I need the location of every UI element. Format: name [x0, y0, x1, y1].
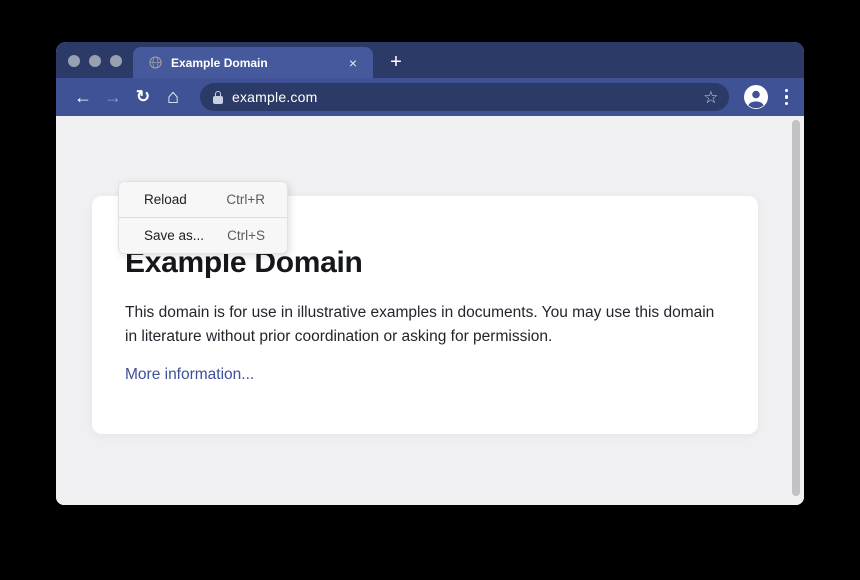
home-icon[interactable]: ⌂ — [158, 82, 188, 112]
reload-icon[interactable]: ↻ — [128, 82, 158, 112]
close-window-button[interactable] — [68, 55, 80, 67]
page-body-text: This domain is for use in illustrative e… — [125, 301, 717, 349]
tab-title: Example Domain — [171, 56, 345, 70]
vertical-scrollbar[interactable] — [792, 120, 800, 496]
back-icon[interactable]: ← — [68, 82, 98, 112]
minimize-window-button[interactable] — [89, 55, 101, 67]
toolbar: ← → ↻ ⌂ example.com ☆ — [56, 78, 804, 116]
tab-close-icon[interactable]: × — [345, 53, 361, 73]
bookmark-star-icon[interactable]: ☆ — [703, 89, 718, 106]
profile-avatar-icon[interactable] — [744, 85, 768, 109]
menu-item-shortcut: Ctrl+R — [226, 192, 265, 207]
context-menu-item-save-as[interactable]: Save as... Ctrl+S — [119, 218, 287, 253]
address-bar[interactable]: example.com ☆ — [200, 83, 729, 111]
menu-item-label: Save as... — [144, 228, 204, 243]
menu-item-shortcut: Ctrl+S — [227, 228, 265, 243]
titlebar: Example Domain × + — [56, 42, 804, 78]
lock-icon — [213, 91, 223, 104]
context-menu-item-reload[interactable]: Reload Ctrl+R — [119, 182, 287, 217]
page-content: Example Domain This domain is for use in… — [56, 116, 804, 505]
new-tab-button[interactable]: + — [380, 47, 412, 78]
kebab-menu-icon[interactable] — [779, 85, 795, 110]
more-information-link[interactable]: More information... — [125, 366, 254, 384]
browser-tab[interactable]: Example Domain × — [133, 47, 373, 78]
url-text: example.com — [232, 89, 317, 105]
forward-icon[interactable]: → — [98, 82, 128, 112]
window-controls — [68, 55, 122, 67]
globe-favicon-icon — [149, 56, 162, 69]
context-menu: Reload Ctrl+R Save as... Ctrl+S — [118, 181, 288, 254]
maximize-window-button[interactable] — [110, 55, 122, 67]
browser-window: Example Domain × + ← → ↻ ⌂ example.com ☆ — [56, 42, 804, 505]
menu-item-label: Reload — [144, 192, 187, 207]
